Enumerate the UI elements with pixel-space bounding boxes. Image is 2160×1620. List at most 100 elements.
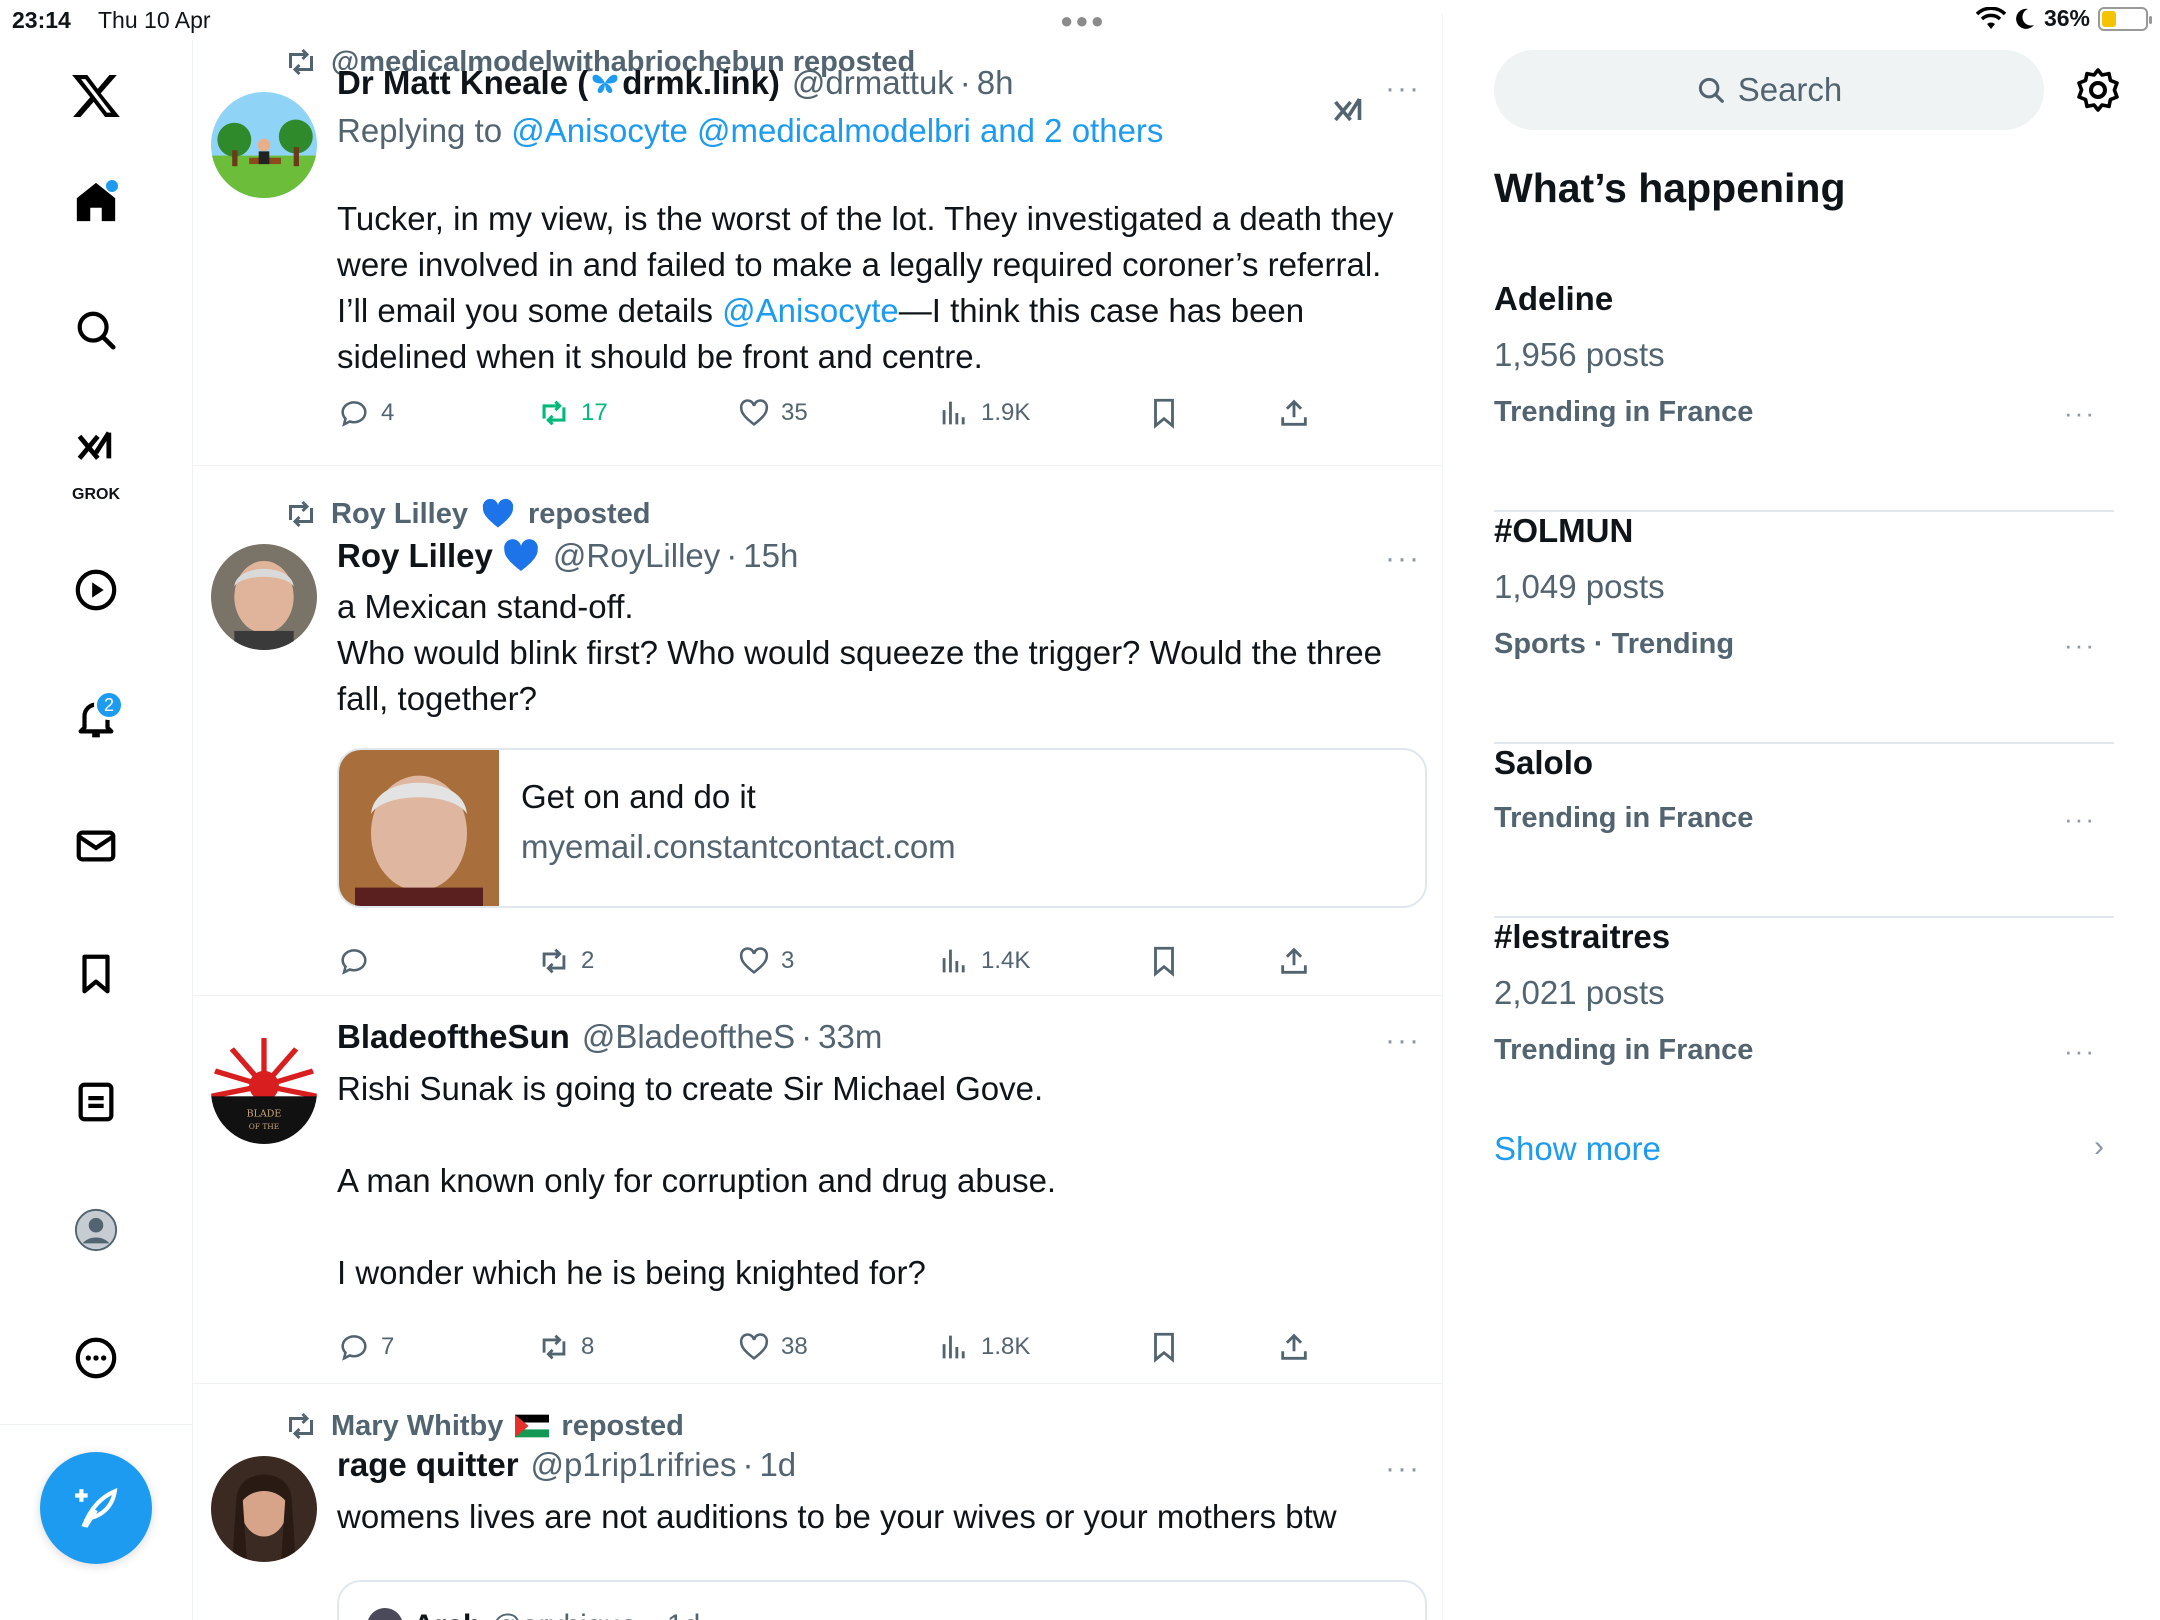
views-button[interactable]: 1.9K (937, 396, 1030, 430)
repost-context[interactable]: Roy Lilley reposted (283, 496, 650, 532)
trend-more-icon[interactable]: ··· (2064, 398, 2096, 429)
more-options-icon[interactable]: ··· (1385, 72, 1421, 106)
battery-icon (2098, 6, 2152, 31)
repost-button[interactable]: 8 (537, 1330, 594, 1364)
reply-button[interactable]: 4 (337, 396, 394, 430)
link-card[interactable]: Get on and do it myemail.constantcontact… (337, 748, 1427, 908)
handle[interactable]: @p1rip1rifries (531, 1446, 737, 1484)
heart-icon (739, 947, 769, 974)
bookmark-icon (1154, 946, 1174, 977)
like-button[interactable]: 38 (737, 1330, 808, 1364)
trend-context: Trending in France (1494, 1034, 1754, 1066)
bookmarks-icon[interactable] (60, 938, 132, 1010)
show-more-link[interactable]: Show more (1494, 1130, 1661, 1168)
post-time[interactable]: 8h (977, 64, 1014, 102)
avatar[interactable]: BLADE OF THE (211, 1038, 317, 1144)
search-icon[interactable] (60, 294, 132, 366)
video-icon[interactable] (60, 554, 132, 626)
replying-to-link[interactable]: @Anisocyte @medicalmodelbri and 2 others (511, 112, 1163, 149)
post-1[interactable]: @medicalmodelwithabriochebun reposted Dr… (193, 14, 1442, 466)
battery-percent: 36% (2043, 5, 2090, 31)
trend-item[interactable]: Adeline 1,956 posts Trending in France ·… (1494, 280, 2114, 512)
home-icon[interactable] (60, 166, 132, 238)
display-name[interactable]: BladeoftheSun (337, 1018, 570, 1056)
trend-item[interactable]: #OLMUN 1,049 posts Sports · Trending ··· (1494, 512, 2114, 744)
quoted-display-name: Arch (413, 1609, 481, 1620)
timeline: @medicalmodelwithabriochebun reposted Dr… (193, 14, 1443, 1620)
quoted-time: 1d (667, 1609, 700, 1620)
repost-by-suffix: reposted (528, 497, 651, 530)
avatar[interactable] (211, 92, 317, 198)
trend-item[interactable]: #lestraitres 2,021 posts Trending in Fra… (1494, 918, 2114, 1098)
bookmark-button[interactable] (1147, 944, 1181, 978)
post-3[interactable]: BLADE OF THE BladeoftheSun @BladeoftheS … (193, 996, 1442, 1384)
search-placeholder: Search (1737, 71, 1843, 108)
handle[interactable]: @drmattuk (792, 64, 954, 102)
avatar[interactable] (211, 1456, 317, 1562)
display-name[interactable]: rage quitter (337, 1446, 519, 1484)
quoted-post[interactable]: Arch @arxbique · 1d (337, 1580, 1427, 1620)
views-button[interactable]: 1.4K (937, 944, 1030, 978)
settings-gear-icon[interactable] (2074, 66, 2122, 114)
notifications-icon[interactable]: 2 (60, 682, 132, 754)
blue-heart-icon (504, 539, 538, 571)
post-text: Rishi Sunak is going to create Sir Micha… (337, 1070, 1057, 1291)
display-name[interactable]: Roy Lilley (337, 537, 493, 575)
bookmark-button[interactable] (1147, 1330, 1181, 1364)
post-time[interactable]: 1d (759, 1446, 796, 1484)
repost-by-name: Mary Whitby (331, 1409, 504, 1442)
trend-item[interactable]: Salolo Trending in France ··· (1494, 744, 2114, 918)
display-name[interactable]: Dr Matt Kneale (drmk.link) (337, 64, 780, 102)
x-logo[interactable] (60, 60, 132, 132)
more-icon[interactable] (60, 1322, 132, 1394)
trend-name: #OLMUN (1494, 512, 1634, 549)
mention-link[interactable]: @Anisocyte (722, 292, 899, 329)
trend-more-icon[interactable]: ··· (2064, 630, 2096, 661)
repost-context[interactable]: Mary Whitby reposted (283, 1408, 684, 1444)
share-button[interactable] (1277, 1330, 1311, 1364)
views-button[interactable]: 1.8K (937, 1330, 1030, 1364)
profile-icon[interactable] (60, 1194, 132, 1266)
trend-posts: 1,956 posts (1494, 336, 1665, 373)
more-options-icon[interactable]: ··· (1385, 1452, 1421, 1486)
notifications-badge: 2 (94, 690, 124, 720)
left-nav: GROK 2 (0, 40, 193, 1620)
repost-button[interactable]: 17 (537, 396, 608, 430)
quoted-handle: @arxbique (491, 1609, 637, 1620)
trend-context: Trending in France (1494, 802, 1754, 834)
grok-label: GROK (72, 486, 120, 503)
grok-icon[interactable]: GROK (60, 418, 132, 503)
share-icon (1281, 947, 1307, 974)
share-button[interactable] (1277, 944, 1311, 978)
svg-text:OF THE: OF THE (249, 1122, 279, 1131)
trend-more-icon[interactable]: ··· (2064, 804, 2096, 835)
reply-button[interactable]: 7 (337, 1330, 394, 1364)
repost-button[interactable]: 2 (537, 944, 594, 978)
share-button[interactable] (1277, 396, 1311, 430)
reply-button[interactable] (337, 944, 381, 978)
reply-icon (341, 1335, 367, 1361)
lists-icon[interactable] (60, 1066, 132, 1138)
compose-button[interactable] (40, 1452, 152, 1564)
search-input[interactable]: Search (1494, 50, 2044, 130)
like-button[interactable]: 35 (737, 396, 808, 430)
more-options-icon[interactable]: ··· (1385, 1024, 1421, 1058)
repost-icon (289, 1412, 313, 1440)
trend-more-icon[interactable]: ··· (2064, 1036, 2096, 1067)
avatar[interactable] (211, 544, 317, 650)
post-2[interactable]: Roy Lilley reposted Roy Lilley @RoyLille… (193, 466, 1442, 996)
bookmark-icon (1154, 398, 1174, 429)
more-options-icon[interactable]: ··· (1385, 542, 1421, 576)
post-4[interactable]: Mary Whitby reposted rage quitter @p1rip… (193, 1384, 1442, 1620)
handle[interactable]: @RoyLilley (553, 537, 720, 575)
like-button[interactable]: 3 (737, 944, 794, 978)
views-icon (942, 1335, 965, 1359)
grok-explain-icon[interactable] (1331, 96, 1367, 132)
post-time[interactable]: 15h (743, 537, 798, 575)
post-time[interactable]: 33m (818, 1018, 882, 1056)
bookmark-button[interactable] (1147, 396, 1181, 430)
trend-context: Trending in France (1494, 396, 1754, 428)
handle[interactable]: @BladeoftheS (582, 1018, 795, 1056)
bookmark-icon (1154, 1332, 1174, 1363)
messages-icon[interactable] (60, 810, 132, 882)
